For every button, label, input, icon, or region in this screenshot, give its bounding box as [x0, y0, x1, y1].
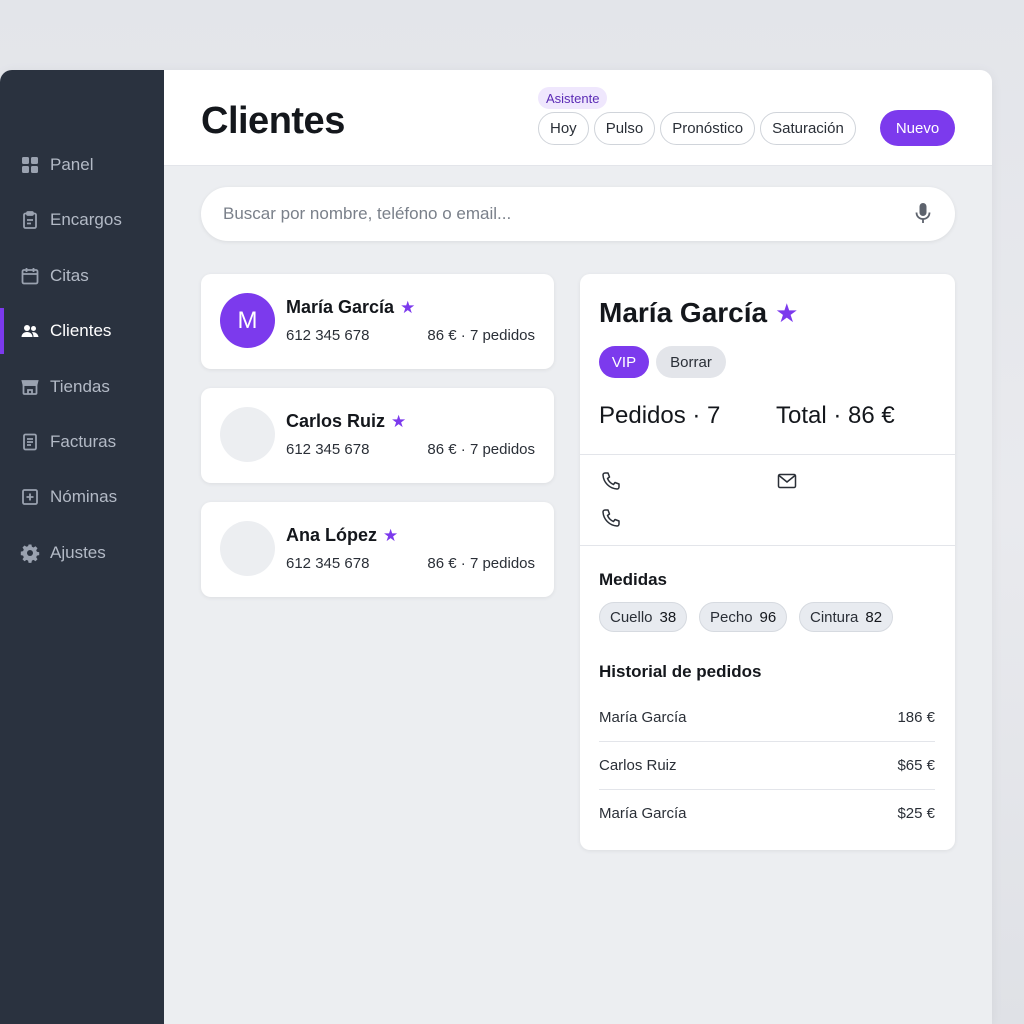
- client-name-row: Ana López ★: [286, 525, 398, 546]
- history-row[interactable]: María García $25 €: [599, 789, 935, 837]
- sidebar-item-citas[interactable]: Citas: [0, 253, 164, 299]
- header: Clientes Asistente Hoy Pulso Pronóstico …: [164, 70, 992, 166]
- phone-icon[interactable]: [600, 470, 622, 492]
- app-window: Panel Encargos Citas Clientes Tiendas Fa…: [0, 70, 992, 1024]
- main-content: Clientes Asistente Hoy Pulso Pronóstico …: [164, 70, 992, 1024]
- client-name: María García: [286, 297, 395, 317]
- history-client: María García: [599, 708, 687, 726]
- history-amount: 186 €: [897, 708, 935, 726]
- client-name-row: Carlos Ruiz ★: [286, 411, 406, 432]
- new-client-button[interactable]: Nuevo: [880, 110, 955, 146]
- measure-value: 96: [759, 608, 777, 626]
- delete-button[interactable]: Borrar: [656, 346, 726, 378]
- client-card[interactable]: Ana López ★ 612 345 678 86 € · 7 pedidos: [201, 502, 554, 597]
- mail-icon[interactable]: [776, 470, 798, 492]
- orders-total: Total · 86 €: [776, 402, 895, 429]
- detail-client-name: María García: [599, 297, 768, 328]
- filter-chips: Hoy Pulso Pronóstico Saturación: [538, 112, 856, 145]
- sidebar-item-label: Facturas: [50, 432, 117, 451]
- client-phone: 612 345 678: [286, 441, 370, 458]
- client-name-row: María García ★: [286, 297, 415, 318]
- star-icon[interactable]: ★: [775, 298, 798, 329]
- assistant-badge[interactable]: Asistente: [538, 87, 608, 109]
- measure-chip: Cintura 82: [799, 602, 894, 632]
- chip-saturacion[interactable]: Saturación: [760, 112, 856, 145]
- client-stats: 86 € · 7 pedidos: [427, 441, 535, 458]
- history-client: María García: [599, 804, 687, 822]
- star-icon: ★: [391, 411, 407, 431]
- page-title: Clientes: [201, 100, 345, 142]
- sidebar-item-ajustes[interactable]: Ajustes: [0, 530, 164, 576]
- client-card[interactable]: M María García ★ 612 345 678 86 € · 7 pe…: [201, 274, 554, 369]
- measure-chip: Cuello 38: [599, 602, 688, 632]
- microphone-icon[interactable]: [913, 202, 933, 226]
- sidebar-item-panel[interactable]: Panel: [0, 142, 164, 188]
- star-icon: ★: [400, 297, 416, 317]
- sidebar-item-label: Panel: [50, 155, 94, 174]
- measures-title: Medidas: [599, 570, 668, 589]
- history-title: Historial de pedidos: [599, 662, 762, 681]
- sidebar-item-tiendas[interactable]: Tiendas: [0, 364, 164, 410]
- sidebar-item-nominas[interactable]: Nóminas: [0, 474, 164, 520]
- store-icon: [20, 377, 40, 397]
- client-stats: 86 € · 7 pedidos: [427, 327, 535, 344]
- detail-name-row: María García ★: [599, 297, 798, 329]
- sidebar-item-label: Encargos: [50, 210, 122, 229]
- chip-pronostico[interactable]: Pronóstico: [660, 112, 756, 145]
- star-icon: ★: [383, 525, 399, 545]
- client-stats: 86 € · 7 pedidos: [427, 555, 535, 572]
- client-card[interactable]: Carlos Ruiz ★ 612 345 678 86 € · 7 pedid…: [201, 388, 554, 483]
- client-phone: 612 345 678: [286, 555, 370, 572]
- measure-label: Cuello: [610, 608, 653, 626]
- vip-tag[interactable]: VIP: [599, 346, 649, 378]
- measure-value: 82: [865, 608, 883, 626]
- sidebar-item-label: Tiendas: [50, 377, 110, 396]
- phone-icon[interactable]: [600, 507, 622, 529]
- sidebar-item-facturas[interactable]: Facturas: [0, 419, 164, 465]
- history-client: Carlos Ruiz: [599, 756, 677, 774]
- calendar-icon: [20, 266, 40, 286]
- history-amount: $25 €: [897, 804, 935, 822]
- plus-box-icon: [20, 487, 40, 507]
- chip-pulso[interactable]: Pulso: [593, 112, 656, 145]
- sidebar-item-clientes[interactable]: Clientes: [0, 308, 164, 354]
- client-name: Ana López: [286, 525, 378, 545]
- sidebar-item-label: Ajustes: [50, 543, 106, 562]
- chip-hoy[interactable]: Hoy: [538, 112, 589, 145]
- avatar: [220, 407, 275, 462]
- history-row[interactable]: Carlos Ruiz $65 €: [599, 741, 935, 789]
- sidebar-item-label: Nóminas: [50, 487, 118, 506]
- orders-count: Pedidos · 7: [599, 402, 721, 429]
- measure-label: Pecho: [710, 608, 753, 626]
- measure-chip: Pecho 96: [699, 602, 788, 632]
- history-amount: $65 €: [897, 756, 935, 774]
- client-detail-panel: María García ★ VIP Borrar Pedidos · 7 To…: [580, 274, 955, 850]
- client-name: Carlos Ruiz: [286, 411, 386, 431]
- grid-icon: [20, 155, 40, 175]
- avatar: M: [220, 293, 275, 348]
- sidebar-item-encargos[interactable]: Encargos: [0, 197, 164, 243]
- clipboard-icon: [20, 210, 40, 230]
- measure-label: Cintura: [810, 608, 859, 626]
- client-phone: 612 345 678: [286, 327, 370, 344]
- people-icon: [20, 321, 40, 341]
- sidebar: Panel Encargos Citas Clientes Tiendas Fa…: [0, 70, 164, 1024]
- avatar: [220, 521, 275, 576]
- search-input[interactable]: [223, 204, 913, 224]
- history-row[interactable]: María García 186 €: [599, 693, 935, 741]
- search-bar: [201, 187, 955, 241]
- document-icon: [20, 432, 40, 452]
- sidebar-item-label: Citas: [50, 266, 89, 285]
- sidebar-item-label: Clientes: [50, 321, 112, 340]
- divider: [580, 545, 955, 546]
- measure-value: 38: [659, 608, 677, 626]
- divider: [580, 454, 955, 455]
- gear-icon: [20, 543, 40, 563]
